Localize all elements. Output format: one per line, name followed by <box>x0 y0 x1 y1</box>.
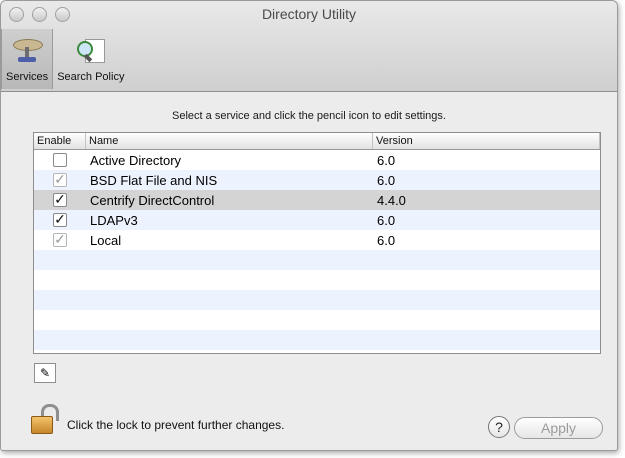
toolbar-search-policy-label: Search Policy <box>57 71 125 83</box>
services-table: Enable Name Version Active Directory 6.0… <box>33 132 601 354</box>
column-header-enable[interactable]: Enable <box>34 133 86 149</box>
toolbar-search-policy[interactable]: Search Policy <box>53 29 128 89</box>
table-row[interactable]: ✓ BSD Flat File and NIS 6.0 <box>34 170 600 190</box>
enable-checkbox[interactable] <box>53 153 67 167</box>
service-version: 6.0 <box>377 152 396 168</box>
search-policy-icon <box>73 35 109 63</box>
enable-checkbox[interactable]: ✓ <box>53 212 67 227</box>
edit-pencil-button[interactable]: ✎ <box>34 363 56 383</box>
toolbar-services[interactable]: Services <box>1 29 54 89</box>
service-version: 6.0 <box>377 232 396 248</box>
window-title: Directory Utility <box>261 6 357 22</box>
lock-status-text: Click the lock to prevent further change… <box>67 418 285 432</box>
apply-button[interactable]: Apply <box>514 417 603 439</box>
services-table-header: Enable Name Version <box>34 133 600 150</box>
help-button[interactable]: ? <box>488 416 510 438</box>
services-icon <box>9 35 45 63</box>
service-version: 6.0 <box>377 212 396 228</box>
table-row[interactable]: Active Directory 6.0 <box>34 150 600 170</box>
service-name: Local <box>90 232 122 248</box>
service-name: BSD Flat File and NIS <box>90 172 218 188</box>
table-row[interactable]: ✓ Centrify DirectControl 4.4.0 <box>34 190 600 210</box>
toolbar: Services Search Policy <box>1 29 128 89</box>
column-header-version[interactable]: Version <box>373 133 600 149</box>
empty-row <box>34 310 600 330</box>
directory-utility-window: Directory Utility Services Search Policy… <box>0 0 618 451</box>
toolbar-services-label: Services <box>6 71 49 83</box>
empty-row <box>34 290 600 310</box>
enable-checkbox[interactable]: ✓ <box>53 232 67 247</box>
service-name: LDAPv3 <box>90 212 138 228</box>
enable-checkbox[interactable]: ✓ <box>53 192 67 207</box>
column-header-name[interactable]: Name <box>86 133 373 149</box>
service-name: Centrify DirectControl <box>90 192 215 208</box>
empty-row <box>34 270 600 290</box>
lock-button[interactable] <box>27 404 59 434</box>
empty-row <box>34 330 600 350</box>
table-row[interactable]: ✓ Local 6.0 <box>34 230 600 250</box>
pencil-icon: ✎ <box>39 366 51 380</box>
empty-row <box>34 250 600 270</box>
table-row[interactable]: ✓ LDAPv3 6.0 <box>34 210 600 230</box>
service-version: 6.0 <box>377 172 396 188</box>
service-name: Active Directory <box>90 152 182 168</box>
service-version: 4.4.0 <box>377 192 406 208</box>
titlebar: Directory Utility Services Search Policy <box>1 1 617 92</box>
services-instruction: Select a service and click the pencil ic… <box>172 110 446 122</box>
enable-checkbox[interactable]: ✓ <box>53 172 67 187</box>
